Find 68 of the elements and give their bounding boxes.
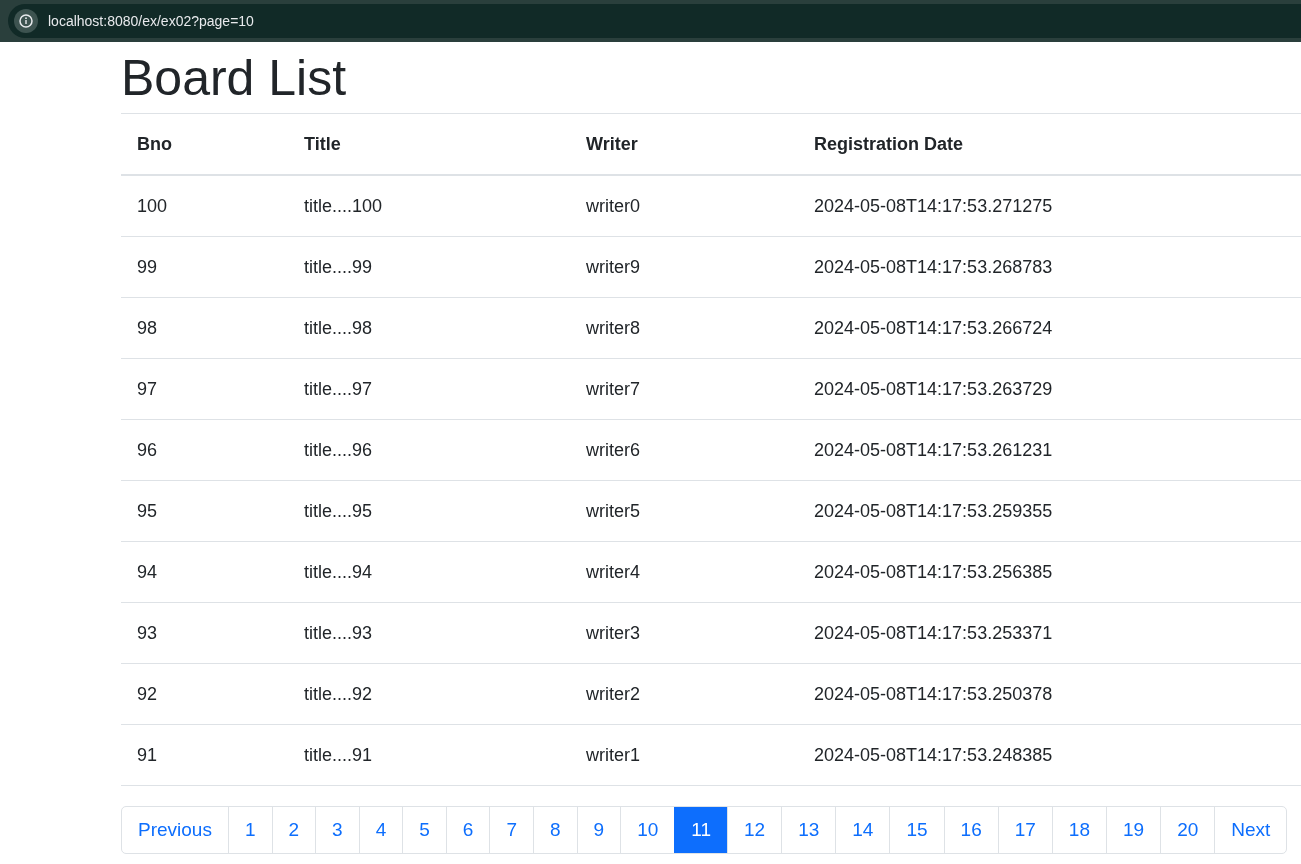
table-cell: title....94 bbox=[288, 541, 570, 603]
page-link[interactable]: 8 bbox=[532, 807, 577, 853]
table-cell: 2024-05-08T14:17:53.248385 bbox=[798, 724, 1301, 786]
previous-link[interactable]: Previous bbox=[122, 807, 228, 853]
table-cell: writer6 bbox=[570, 419, 798, 481]
page-link[interactable]: 4 bbox=[358, 807, 403, 853]
table-cell: writer9 bbox=[570, 236, 798, 298]
table-cell: title....96 bbox=[288, 419, 570, 481]
table-cell: title....99 bbox=[288, 236, 570, 298]
page-link[interactable]: 12 bbox=[727, 807, 782, 853]
table-cell: 2024-05-08T14:17:53.256385 bbox=[798, 541, 1301, 603]
column-header: Writer bbox=[570, 113, 798, 175]
page-link[interactable]: 20 bbox=[1160, 807, 1215, 853]
table-cell: 2024-05-08T14:17:53.263729 bbox=[798, 358, 1301, 420]
page-link[interactable]: 6 bbox=[445, 807, 490, 853]
table-cell: title....95 bbox=[288, 480, 570, 542]
page-link[interactable]: 5 bbox=[402, 807, 446, 853]
table-cell: 96 bbox=[121, 419, 288, 481]
table-cell: title....91 bbox=[288, 724, 570, 786]
page-link[interactable]: 7 bbox=[489, 807, 533, 853]
table-cell: 94 bbox=[121, 541, 288, 603]
page-link[interactable]: 2 bbox=[271, 807, 316, 853]
table-cell: 100 bbox=[121, 175, 288, 237]
table-cell: 92 bbox=[121, 663, 288, 725]
table-cell: title....97 bbox=[288, 358, 570, 420]
table-cell: 2024-05-08T14:17:53.261231 bbox=[798, 419, 1301, 481]
table-cell: 2024-05-08T14:17:53.250378 bbox=[798, 663, 1301, 725]
table-cell: title....93 bbox=[288, 602, 570, 664]
table-cell: title....92 bbox=[288, 663, 570, 725]
table-cell: 97 bbox=[121, 358, 288, 420]
page-link[interactable]: 9 bbox=[576, 807, 621, 853]
table-cell: 2024-05-08T14:17:53.268783 bbox=[798, 236, 1301, 298]
page-title: Board List bbox=[121, 49, 348, 108]
table-cell: 2024-05-08T14:17:53.271275 bbox=[798, 175, 1301, 237]
table-cell: 91 bbox=[121, 724, 288, 786]
table-cell: writer4 bbox=[570, 541, 798, 603]
page-link[interactable]: 19 bbox=[1106, 807, 1161, 853]
table-cell: writer7 bbox=[570, 358, 798, 420]
table-cell: writer5 bbox=[570, 480, 798, 542]
table-cell: 93 bbox=[121, 602, 288, 664]
page-link[interactable]: 1 bbox=[227, 807, 272, 853]
table-cell: writer8 bbox=[570, 297, 798, 359]
table-cell: title....100 bbox=[288, 175, 570, 237]
table-cell: 2024-05-08T14:17:53.266724 bbox=[798, 297, 1301, 359]
table-cell: 2024-05-08T14:17:53.253371 bbox=[798, 602, 1301, 664]
column-header: Registration Date bbox=[798, 113, 1301, 175]
table-cell: 2024-05-08T14:17:53.259355 bbox=[798, 480, 1301, 542]
table-cell: title....98 bbox=[288, 297, 570, 359]
page-link[interactable]: 11 bbox=[674, 807, 727, 853]
page-link[interactable]: 3 bbox=[315, 807, 359, 853]
page-link[interactable]: 18 bbox=[1051, 807, 1106, 853]
page-link[interactable]: 14 bbox=[835, 807, 890, 853]
page-link[interactable]: 16 bbox=[943, 807, 998, 853]
next-link[interactable]: Next bbox=[1214, 807, 1287, 853]
table-cell: 95 bbox=[121, 480, 288, 542]
table-cell: writer2 bbox=[570, 663, 798, 725]
column-header: Bno bbox=[121, 113, 288, 175]
page-link[interactable]: 17 bbox=[997, 807, 1052, 853]
table-cell: 98 bbox=[121, 297, 288, 359]
page-link[interactable]: 15 bbox=[889, 807, 944, 853]
address-bar-url[interactable]: localhost:8080/ex/ex02?page=10 bbox=[48, 13, 254, 29]
table-cell: 99 bbox=[121, 236, 288, 298]
table-cell: writer0 bbox=[570, 175, 798, 237]
table-cell: writer3 bbox=[570, 602, 798, 664]
info-icon[interactable] bbox=[14, 9, 38, 33]
table-cell: writer1 bbox=[570, 724, 798, 786]
page-link[interactable]: 13 bbox=[781, 807, 836, 853]
column-header: Title bbox=[288, 113, 570, 175]
